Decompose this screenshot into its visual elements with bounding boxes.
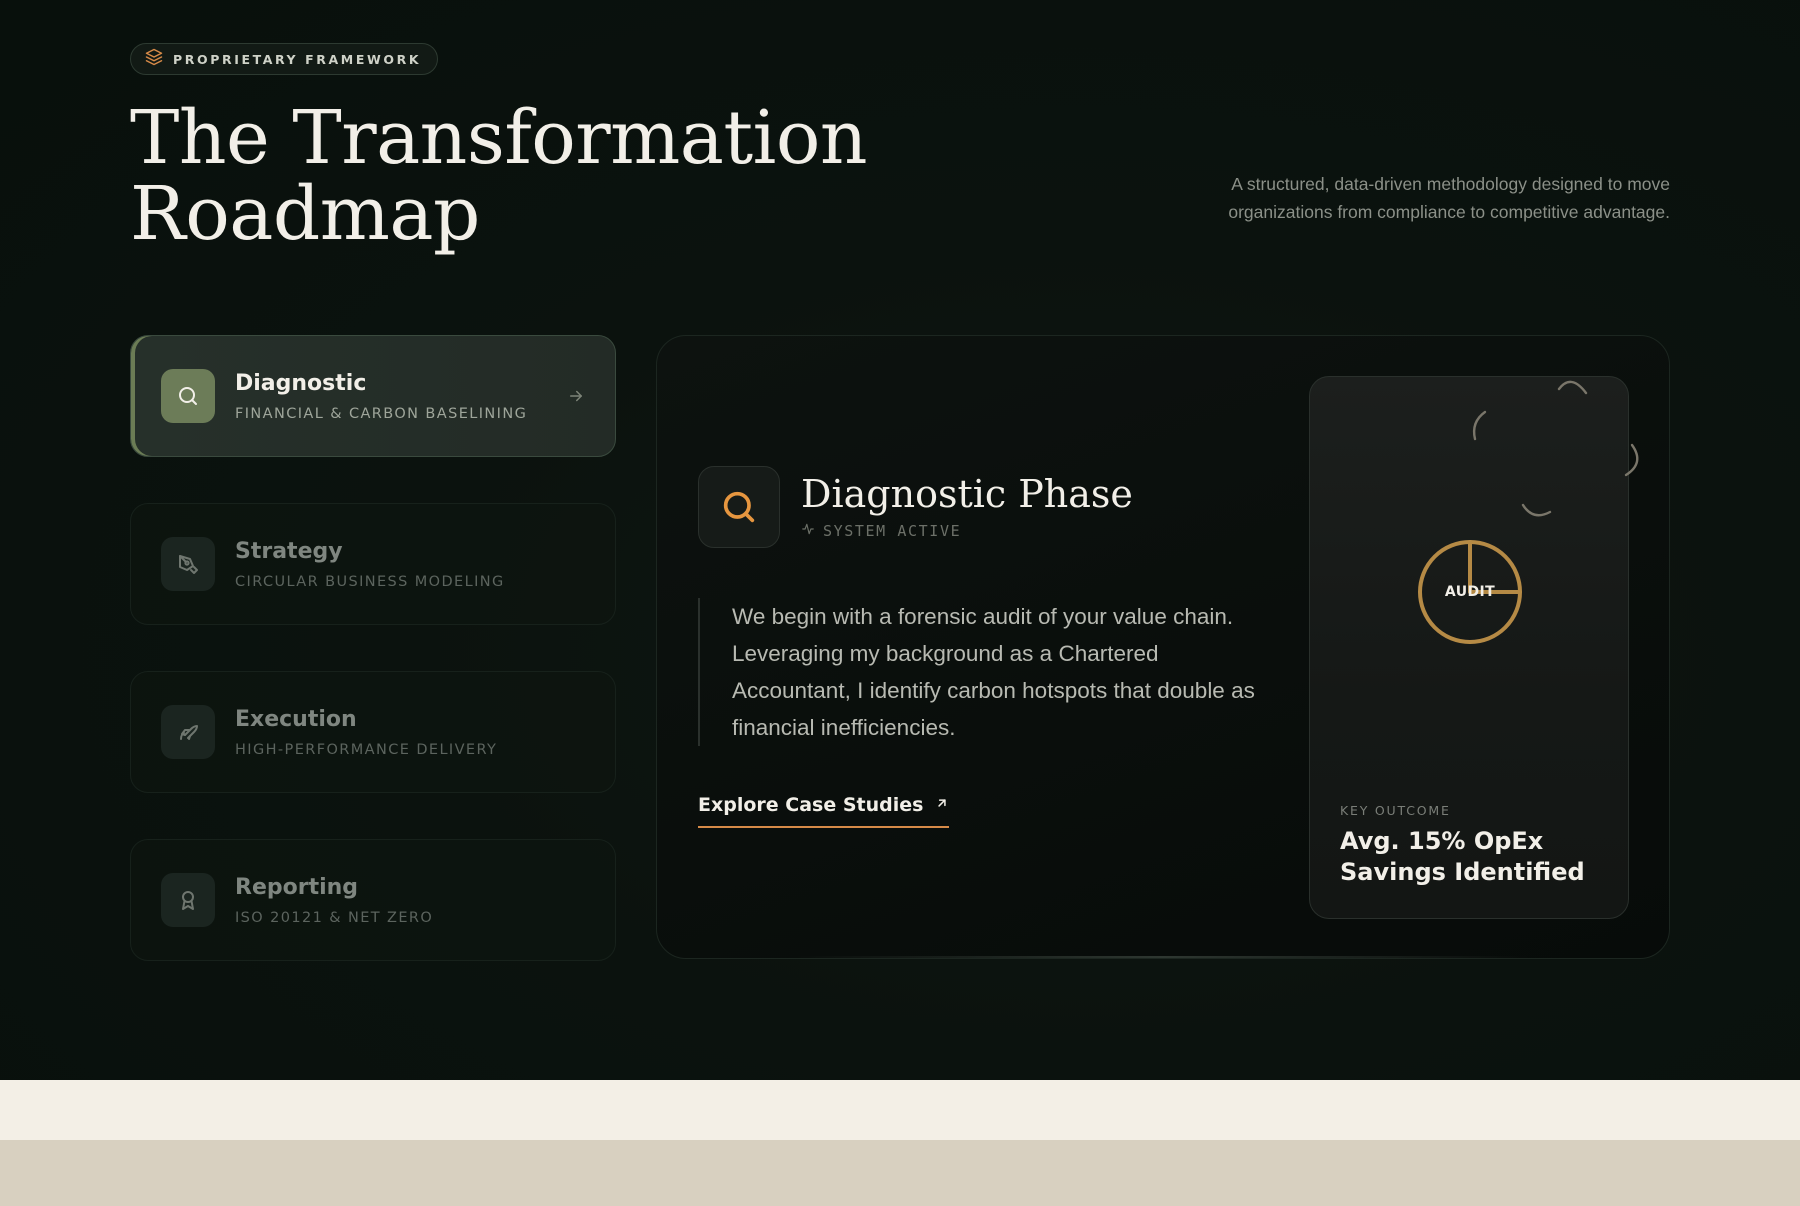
- phase-title: Strategy: [235, 538, 343, 564]
- divider: [797, 956, 1529, 958]
- page-title: The Transformation Roadmap: [130, 100, 890, 252]
- arrow-up-right-icon: [935, 796, 949, 815]
- phase-item-execution[interactable]: Execution HIGH-PERFORMANCE DELIVERY: [130, 671, 616, 793]
- phase-detail-card: Diagnostic Phase SYSTEM ACTIVE We begin …: [656, 335, 1670, 959]
- key-outcome-card: AUDIT KEY OUTCOME Avg. 15% OpEx Savings …: [1309, 376, 1639, 919]
- phase-subtitle: ISO 20121 & NET ZERO: [235, 909, 434, 926]
- phase-item-diagnostic[interactable]: Diagnostic FINANCIAL & CARBON BASELINING: [130, 335, 616, 457]
- outcome-kicker: KEY OUTCOME: [1340, 803, 1451, 818]
- footer-band: [0, 1140, 1800, 1206]
- arrow-right-icon: [567, 387, 585, 405]
- phase-title: Execution: [235, 706, 357, 732]
- phase-heading: Diagnostic Phase: [801, 472, 1133, 516]
- search-icon: [161, 369, 215, 423]
- roadmap-section: PROPRIETARY FRAMEWORK The Transformation…: [0, 0, 1800, 1080]
- title-line-2: Roadmap: [130, 171, 480, 257]
- activity-icon: [801, 522, 815, 540]
- phase-item-strategy[interactable]: Strategy CIRCULAR BUSINESS MODELING: [130, 503, 616, 625]
- rocket-icon: [161, 705, 215, 759]
- title-line-1: The Transformation: [130, 95, 868, 181]
- phase-title: Diagnostic: [235, 370, 367, 396]
- pen-tool-icon: [161, 537, 215, 591]
- phase-title: Reporting: [235, 874, 359, 900]
- status-text: SYSTEM ACTIVE: [823, 522, 962, 540]
- award-icon: [161, 873, 215, 927]
- status-indicator: SYSTEM ACTIVE: [801, 522, 961, 540]
- phase-item-reporting[interactable]: Reporting ISO 20121 & NET ZERO: [130, 839, 616, 961]
- phase-subtitle: HIGH-PERFORMANCE DELIVERY: [235, 741, 498, 758]
- phase-description: We begin with a forensic audit of your v…: [698, 598, 1258, 746]
- cta-label: Explore Case Studies: [698, 794, 924, 816]
- search-icon: [698, 466, 780, 548]
- explore-case-studies-link[interactable]: Explore Case Studies: [698, 794, 950, 828]
- layers-icon: [145, 48, 163, 71]
- framework-badge: PROPRIETARY FRAMEWORK: [130, 43, 439, 75]
- badge-label: PROPRIETARY FRAMEWORK: [173, 51, 422, 67]
- chart-label: AUDIT: [1444, 584, 1496, 600]
- phase-subtitle: CIRCULAR BUSINESS MODELING: [235, 573, 505, 590]
- phase-subtitle: FINANCIAL & CARBON BASELINING: [235, 405, 528, 422]
- page-subtitle: A structured, data-driven methodology de…: [1228, 174, 1670, 222]
- next-section-band: [0, 1080, 1800, 1140]
- outcome-value: Avg. 15% OpEx Savings Identified: [1340, 827, 1585, 886]
